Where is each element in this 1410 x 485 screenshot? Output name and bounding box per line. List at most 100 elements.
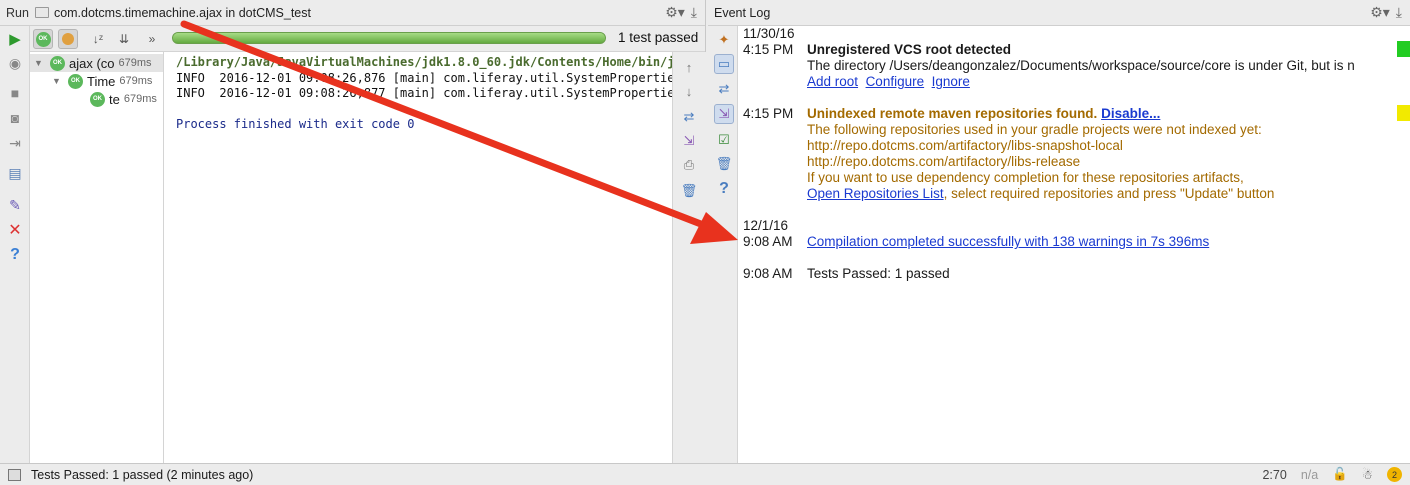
progress-status-text: 1 test passed bbox=[618, 30, 698, 45]
log-title: Unregistered VCS root detected bbox=[807, 42, 1012, 57]
run-label: Run bbox=[6, 5, 29, 20]
run-config-title[interactable]: com.dotcms.timemachine.ajax in dotCMS_te… bbox=[54, 6, 311, 20]
tree-node-time: 679ms bbox=[119, 75, 153, 87]
hide-panel-icon[interactable]: ⤓ bbox=[1396, 4, 1402, 21]
expand-triangle-icon[interactable]: ▼ bbox=[52, 76, 62, 86]
tree-node[interactable]: ▼ OK ajax (co 679ms bbox=[30, 54, 163, 72]
soft-wrap-icon[interactable]: ⇄ bbox=[679, 108, 699, 126]
log-time: 9:08 AM bbox=[743, 266, 793, 281]
log-time: 9:08 AM bbox=[743, 234, 793, 249]
notifications-badge[interactable]: 2 bbox=[1387, 467, 1402, 482]
stop-icon[interactable]: ■ bbox=[6, 84, 24, 102]
event-log-title: Event Log bbox=[714, 5, 771, 20]
scroll-to-end-icon[interactable]: ⇲ bbox=[714, 104, 734, 124]
add-root-link[interactable]: Add root bbox=[807, 74, 858, 89]
ignored-icon bbox=[62, 33, 74, 45]
balloon-icon[interactable]: ▭ bbox=[714, 54, 734, 74]
console-toolbar: ↑ ↓ ⇄ ⇲ ⎙ 🗑 bbox=[672, 52, 706, 463]
trash-icon[interactable]: 🗑 bbox=[714, 154, 734, 174]
console-line: /Library/Java/JavaVirtualMachines/jdk1.8… bbox=[176, 55, 672, 69]
tree-node-label: Time bbox=[87, 73, 116, 89]
test-progress-bar bbox=[172, 32, 606, 44]
configure-link[interactable]: Configure bbox=[866, 74, 925, 89]
run-left-toolbar: ▶ ◉ ■ ◙ ⇥ ▤ ✎ ✕ ? bbox=[0, 26, 30, 463]
lock-icon[interactable]: 🔓 bbox=[1332, 467, 1348, 482]
tree-node-label: te bbox=[109, 91, 120, 107]
tree-node-time: 679ms bbox=[118, 57, 152, 69]
ok-icon: OK bbox=[50, 55, 65, 71]
more-icon[interactable]: » bbox=[142, 29, 162, 49]
settings-wrench-icon[interactable]: ✦ bbox=[714, 30, 734, 50]
ok-icon: OK bbox=[90, 91, 105, 107]
arrow-up-icon[interactable]: ↑ bbox=[679, 58, 699, 76]
debug-icon[interactable]: ◉ bbox=[6, 54, 24, 72]
tree-node-time: 679ms bbox=[123, 93, 157, 105]
settings-gear-icon[interactable]: ⚙▾ bbox=[1370, 4, 1390, 21]
tree-node[interactable]: OK te 679ms bbox=[90, 90, 157, 108]
disable-link[interactable]: Disable... bbox=[1101, 106, 1160, 121]
inspector-icon[interactable]: ☃ bbox=[1362, 467, 1373, 482]
exit-icon[interactable]: ⇥ bbox=[6, 134, 24, 152]
hide-panel-icon[interactable]: ⤓ bbox=[691, 4, 697, 21]
test-progress-fill bbox=[173, 33, 605, 43]
console-output[interactable]: /Library/Java/JavaVirtualMachines/jdk1.8… bbox=[164, 52, 672, 463]
log-body: The following repositories used in your … bbox=[807, 122, 1262, 137]
event-log-window: Event Log ⚙▾ ⤓ ✦ ▭ ⇄ ⇲ ☑ 🗑 ? 11/30/16 4:… bbox=[708, 0, 1410, 463]
status-bar: Tests Passed: 1 passed (2 minutes ago) 2… bbox=[0, 463, 1410, 485]
run-tool-window: Run com.dotcms.timemachine.ajax in dotCM… bbox=[0, 0, 706, 463]
log-body: If you want to use dependency completion… bbox=[807, 170, 1244, 185]
tool-windows-icon[interactable] bbox=[8, 468, 21, 481]
event-log-header: Event Log ⚙▾ ⤓ bbox=[708, 0, 1410, 26]
ok-icon: OK bbox=[35, 31, 51, 47]
pin-icon[interactable]: ✎ bbox=[6, 196, 24, 214]
settings-gear-icon[interactable]: ⚙▾ bbox=[665, 4, 685, 21]
rerun-play-icon[interactable]: ▶ bbox=[6, 30, 24, 48]
camera-icon[interactable]: ◙ bbox=[6, 109, 24, 127]
cursor-position[interactable]: 2:70 bbox=[1262, 468, 1286, 482]
compilation-result-link[interactable]: Compilation completed successfully with … bbox=[807, 234, 1209, 250]
scroll-to-end-icon[interactable]: ⇲ bbox=[679, 132, 699, 150]
run-config-icon bbox=[34, 7, 49, 18]
log-body: Open Repositories List, select required … bbox=[807, 186, 1274, 202]
tree-node[interactable]: ▼ OK Time 679ms bbox=[52, 72, 152, 90]
layout-icon[interactable]: ▤ bbox=[6, 164, 24, 182]
log-message: Tests Passed: 1 passed bbox=[807, 266, 950, 281]
run-panel-header: Run com.dotcms.timemachine.ajax in dotCM… bbox=[0, 0, 705, 26]
help-icon[interactable]: ? bbox=[714, 179, 734, 199]
help-icon[interactable]: ? bbox=[6, 246, 24, 264]
console-line: Process finished with exit code 0 bbox=[176, 117, 415, 131]
sort-alpha-icon[interactable]: ↓ᶻ bbox=[88, 29, 108, 49]
event-log-content: 11/30/16 4:15 PM Unregistered VCS root d… bbox=[739, 26, 1410, 463]
trash-icon[interactable]: 🗑 bbox=[679, 182, 699, 200]
log-body: The directory /Users/deangonzalez/Docume… bbox=[807, 58, 1355, 73]
arrow-down-icon[interactable]: ↓ bbox=[679, 82, 699, 100]
status-message[interactable]: Tests Passed: 1 passed (2 minutes ago) bbox=[31, 468, 253, 482]
warning-marker bbox=[1397, 105, 1410, 121]
log-date: 12/1/16 bbox=[743, 218, 789, 233]
tree-node-label: ajax (co bbox=[69, 55, 115, 71]
log-title-line: Unindexed remote maven repositories foun… bbox=[807, 106, 1160, 122]
print-icon[interactable]: ⎙ bbox=[679, 156, 699, 174]
test-tree: ▼ OK ajax (co 679ms ▼ OK Time 679ms OK t… bbox=[30, 52, 164, 463]
ok-icon: OK bbox=[68, 73, 83, 89]
ignore-link[interactable]: Ignore bbox=[932, 74, 970, 89]
log-body-rest: , select required repositories and press… bbox=[943, 186, 1275, 201]
expand-triangle-icon[interactable]: ▼ bbox=[34, 58, 44, 68]
sort-duration-icon[interactable]: ⇊ bbox=[114, 29, 134, 49]
open-repositories-link[interactable]: Open Repositories List bbox=[807, 186, 944, 201]
encoding-indicator[interactable]: n/a bbox=[1301, 468, 1318, 482]
event-log-toolbar: ✦ ▭ ⇄ ⇲ ☑ 🗑 ? bbox=[708, 26, 738, 463]
show-ignored-button[interactable] bbox=[58, 29, 78, 49]
log-time: 4:15 PM bbox=[743, 42, 794, 57]
close-icon[interactable]: ✕ bbox=[6, 221, 24, 239]
log-body: http://repo.dotcms.com/artifactory/libs-… bbox=[807, 138, 1123, 153]
log-time: 4:15 PM bbox=[743, 106, 794, 121]
mark-read-icon[interactable]: ☑ bbox=[714, 130, 734, 150]
console-line: INFO 2016-12-01 09:08:26,876 [main] com.… bbox=[176, 70, 672, 85]
info-marker bbox=[1397, 41, 1410, 57]
log-actions: Add root Configure Ignore bbox=[807, 74, 970, 90]
show-passed-button[interactable]: OK bbox=[33, 29, 53, 49]
log-body: http://repo.dotcms.com/artifactory/libs-… bbox=[807, 154, 1081, 169]
soft-wrap-icon[interactable]: ⇄ bbox=[714, 79, 734, 99]
